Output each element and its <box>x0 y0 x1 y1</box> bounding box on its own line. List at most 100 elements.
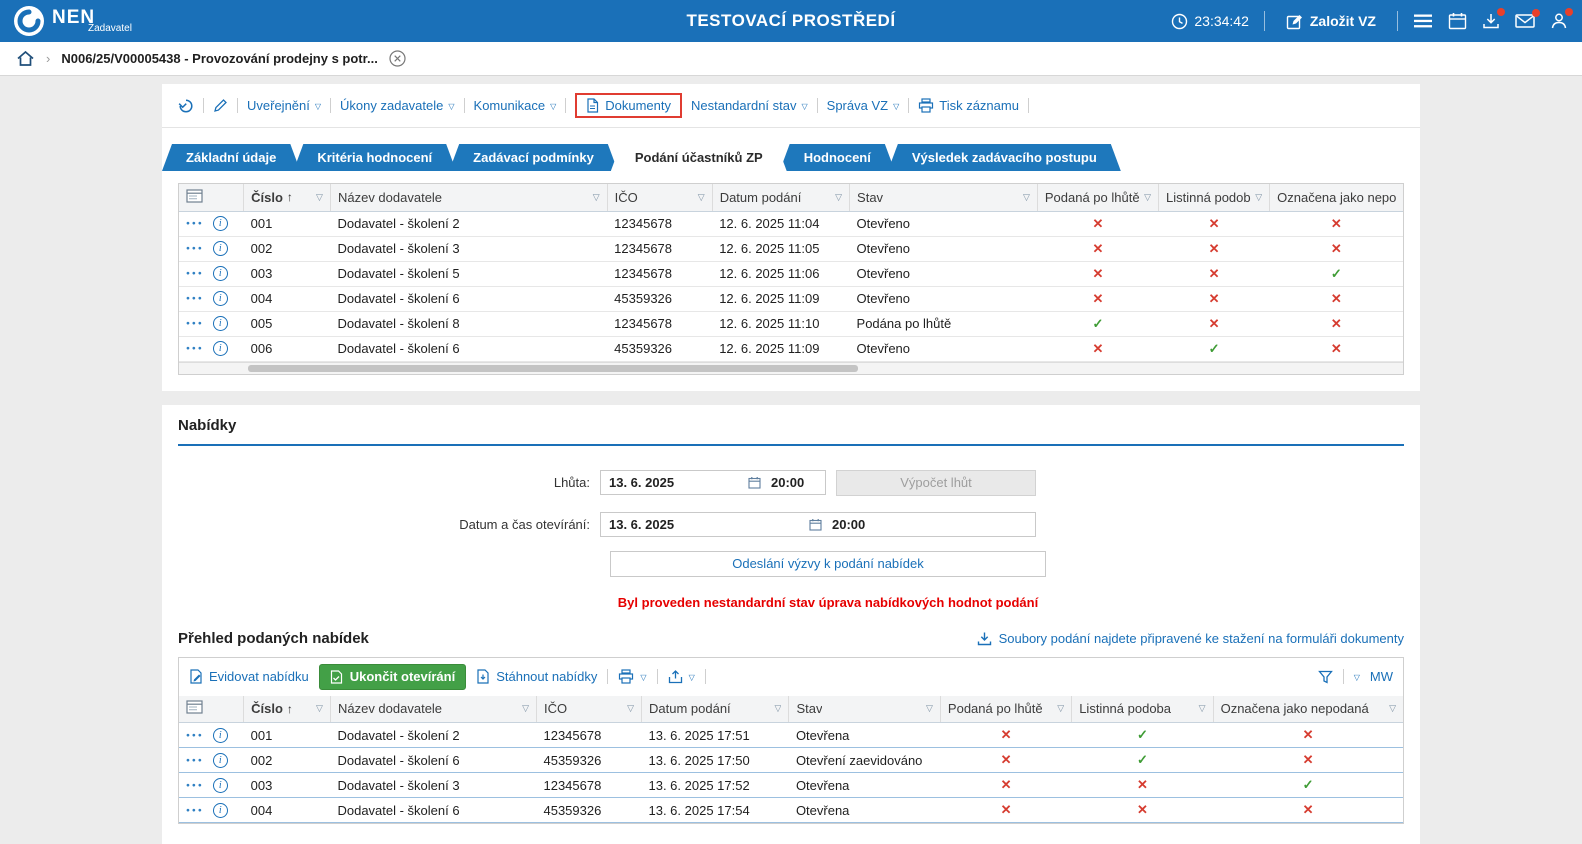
tab-vysledek[interactable]: Výsledek zadávacího postupu <box>888 144 1121 171</box>
tab-kriteria-hodnoceni[interactable]: Kritéria hodnocení <box>293 144 456 171</box>
record-offer-button[interactable]: Evidovat nabídku <box>189 669 309 684</box>
submission-files-link[interactable]: Soubory podání najdete připravené ke sta… <box>977 631 1404 646</box>
column-header-datum[interactable]: Datum podání▽ <box>712 184 849 211</box>
downloads-button[interactable] <box>1482 12 1500 30</box>
column-chooser[interactable] <box>179 184 244 211</box>
info-icon[interactable]: i <box>213 216 228 231</box>
create-vz-button[interactable]: Založit VZ <box>1280 12 1382 31</box>
column-header-listinna[interactable]: Listinná podoba▽ <box>1159 184 1270 211</box>
info-icon[interactable]: i <box>213 803 228 818</box>
column-header-nazev[interactable]: Název dodavatele▽ <box>330 696 536 723</box>
calendar-button[interactable] <box>1448 12 1467 30</box>
row-menu-icon[interactable]: ●●● <box>186 245 204 252</box>
table-row[interactable]: ●●●i 004 Dodavatel - školení 6 45359326 … <box>179 286 1403 311</box>
filter-icon[interactable]: ▽ <box>835 192 842 203</box>
filter-icon[interactable]: ▽ <box>316 192 323 203</box>
opening-time-input[interactable]: 20:00 <box>822 517 1035 532</box>
column-header-nepodana[interactable]: Označena jako nepodaná <box>1270 184 1403 211</box>
filter-icon[interactable]: ▽ <box>316 703 323 714</box>
column-header-stav[interactable]: Stav▽ <box>789 696 940 723</box>
menu-nestandardni-stav[interactable]: Nestandardní stav▽ <box>691 98 808 113</box>
close-icon[interactable] <box>389 50 406 67</box>
menu-sprava-vz[interactable]: Správa VZ▽ <box>827 98 900 113</box>
info-icon[interactable]: i <box>213 241 228 256</box>
row-menu-icon[interactable]: ●●● <box>186 270 204 277</box>
table-row[interactable]: ●●●i 006 Dodavatel - školení 6 45359326 … <box>179 336 1403 361</box>
info-icon[interactable]: i <box>213 778 228 793</box>
row-menu-icon[interactable]: ●●● <box>186 295 204 302</box>
filter-icon[interactable]: ▽ <box>1199 703 1206 714</box>
column-header-cislo[interactable]: Číslo↑▽ <box>244 184 331 211</box>
messages-button[interactable] <box>1515 13 1535 29</box>
download-offers-button[interactable]: Stáhnout nabídky <box>476 669 597 684</box>
finish-opening-button[interactable]: Ukončit otevírání <box>319 664 466 690</box>
print-record-button[interactable]: Tisk záznamu <box>918 98 1019 113</box>
tab-zadavaci-podminky[interactable]: Zadávací podmínky <box>449 144 618 171</box>
column-chooser[interactable] <box>179 696 244 723</box>
table-row[interactable]: ●●●i 003 Dodavatel - školení 3 12345678 … <box>179 773 1403 798</box>
menu-button[interactable] <box>1413 13 1433 29</box>
tab-hodnoceni[interactable]: Hodnocení <box>780 144 895 171</box>
filter-icon[interactable]: ▽ <box>593 192 600 203</box>
table-row[interactable]: ●●●i 005 Dodavatel - školení 8 12345678 … <box>179 311 1403 336</box>
table-row[interactable]: ●●●i 001 Dodavatel - školení 2 12345678 … <box>179 211 1403 236</box>
tab-podani-ucastniku-zp[interactable]: Podání účastníků ZP <box>611 144 787 171</box>
history-button[interactable] <box>178 98 194 114</box>
filter-funnel-icon[interactable] <box>1318 670 1333 684</box>
edit-button[interactable] <box>213 98 228 113</box>
row-menu-icon[interactable]: ●●● <box>186 807 204 814</box>
user-button[interactable] <box>1550 12 1568 30</box>
filter-icon[interactable]: ▽ <box>775 703 782 714</box>
row-menu-icon[interactable]: ●●● <box>186 757 204 764</box>
info-icon[interactable]: i <box>213 341 228 356</box>
column-header-po-lhute[interactable]: Podaná po lhůtě▽ <box>1037 184 1158 211</box>
scrollbar-thumb[interactable] <box>248 365 858 372</box>
row-menu-icon[interactable]: ●●● <box>186 320 204 327</box>
send-invite-button[interactable]: Odeslání výzvy k podání nabídek <box>610 551 1046 577</box>
filter-icon[interactable]: ▽ <box>1255 192 1262 203</box>
chevron-down-icon[interactable]: ▽ <box>1354 674 1360 682</box>
horizontal-scrollbar[interactable] <box>179 362 1403 374</box>
menu-dokumenty-highlighted[interactable]: Dokumenty <box>575 93 682 118</box>
filter-icon[interactable]: ▽ <box>926 703 933 714</box>
column-header-cislo[interactable]: Číslo↑▽ <box>244 696 331 723</box>
export-button[interactable]: ▽ <box>668 669 695 684</box>
row-menu-icon[interactable]: ●●● <box>186 782 204 789</box>
column-header-stav[interactable]: Stav▽ <box>850 184 1038 211</box>
column-header-ico[interactable]: IČO▽ <box>607 184 712 211</box>
table-row[interactable]: ●●●i 002 Dodavatel - školení 6 45359326 … <box>179 748 1403 773</box>
row-menu-icon[interactable]: ●●● <box>186 220 204 227</box>
filter-icon[interactable]: ▽ <box>1144 192 1151 203</box>
info-icon[interactable]: i <box>213 728 228 743</box>
row-menu-icon[interactable]: ●●● <box>186 345 204 352</box>
opening-date-input[interactable]: 13. 6. 2025 <box>601 517 809 532</box>
home-icon[interactable] <box>16 50 35 67</box>
breadcrumb-item[interactable]: N006/25/V00005438 - Provozování prodejny… <box>61 51 377 66</box>
column-header-datum[interactable]: Datum podání▽ <box>642 696 789 723</box>
calendar-icon[interactable] <box>748 476 761 489</box>
column-header-nepodana[interactable]: Označena jako nepodaná▽ <box>1213 696 1403 723</box>
info-icon[interactable]: i <box>213 291 228 306</box>
row-menu-icon[interactable]: ●●● <box>186 732 204 739</box>
calendar-icon[interactable] <box>809 518 822 531</box>
filter-icon[interactable]: ▽ <box>1389 703 1396 714</box>
calc-deadlines-button[interactable]: Výpočet lhůt <box>836 470 1036 496</box>
filter-icon[interactable]: ▽ <box>1023 192 1030 203</box>
filter-icon[interactable]: ▽ <box>522 703 529 714</box>
filter-icon[interactable]: ▽ <box>698 192 705 203</box>
table-row[interactable]: ●●●i 004 Dodavatel - školení 6 45359326 … <box>179 798 1403 823</box>
filter-icon[interactable]: ▽ <box>1057 703 1064 714</box>
info-icon[interactable]: i <box>213 316 228 331</box>
nen-logo[interactable]: NEN Zadavatel <box>14 6 132 36</box>
column-header-po-lhute[interactable]: Podaná po lhůtě▽ <box>940 696 1071 723</box>
table-row[interactable]: ●●●i 003 Dodavatel - školení 5 12345678 … <box>179 261 1403 286</box>
column-header-listinna[interactable]: Listinná podoba▽ <box>1072 696 1213 723</box>
column-header-ico[interactable]: IČO▽ <box>536 696 641 723</box>
column-header-nazev[interactable]: Název dodavatele▽ <box>330 184 607 211</box>
mw-toggle[interactable]: MW <box>1370 669 1393 684</box>
info-icon[interactable]: i <box>213 266 228 281</box>
print-button[interactable]: ▽ <box>618 669 646 684</box>
info-icon[interactable]: i <box>213 753 228 768</box>
deadline-time-input[interactable]: 20:00 <box>761 475 825 490</box>
menu-uverejneni[interactable]: Uveřejnění▽ <box>247 98 321 113</box>
